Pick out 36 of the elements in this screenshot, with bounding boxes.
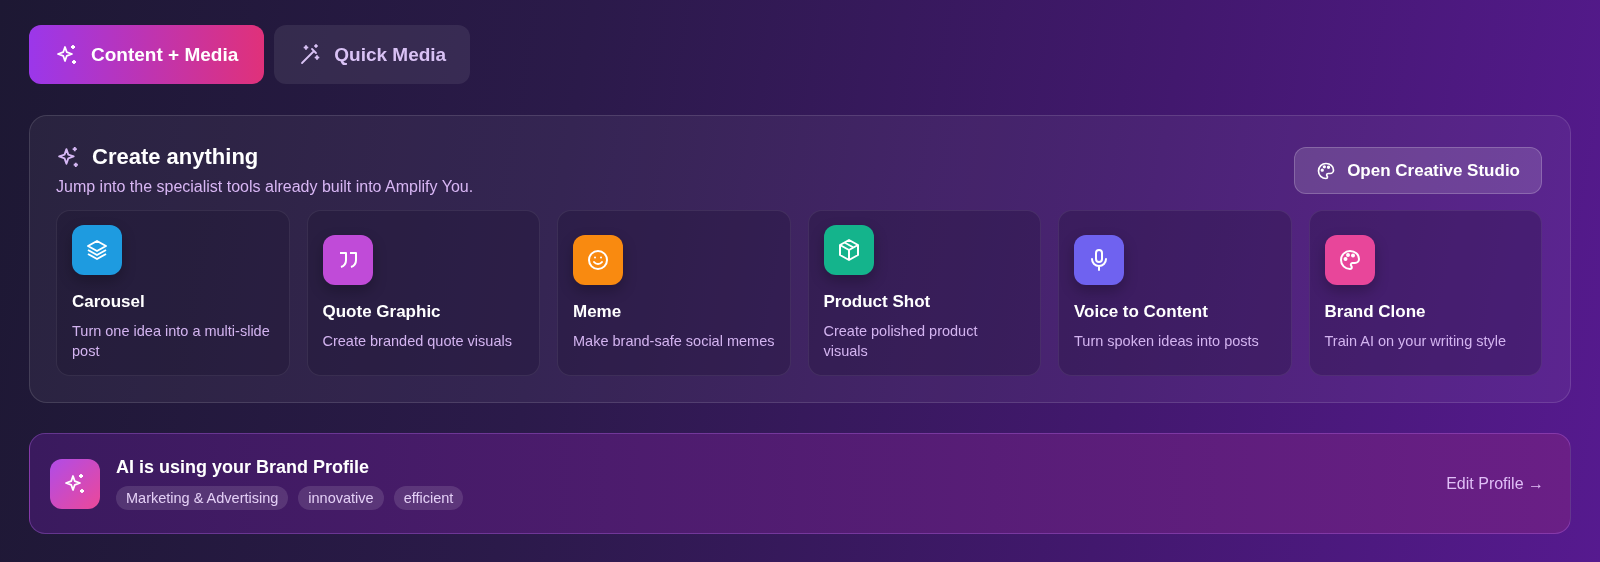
brand-title: AI is using your Brand Profile [116,457,371,478]
tag: innovative [298,486,384,510]
tool-title: Carousel [72,292,146,312]
layers-icon [85,238,109,262]
tool-title: Product Shot [823,292,932,312]
tool-card[interactable]: Voice to Content Turn spoken ideas into posts [1058,210,1292,376]
sparkles-icon [55,42,79,67]
tool-card[interactable]: Product Shot Create polished product visuals [807,210,1041,376]
tab[interactable]: Content + Media [29,25,265,84]
panel-subtitle: Jump into the specialist tools already built into Amplify You. [56,178,474,196]
tool-card[interactable]: Carousel Turn one idea into a multi-slide post [56,210,290,376]
tag: efficient [393,486,464,510]
tag: Marketing & Advertising [116,486,289,510]
panel-title: Create anything [92,144,259,170]
tool-title: Brand Clone [1324,302,1427,322]
open-studio-button[interactable]: Open Creative Studio [1294,147,1542,194]
tool-card[interactable]: Quote Graphic Create branded quote visuals [306,210,540,376]
tool-title: Meme [573,302,623,322]
tab[interactable]: Quick Media [274,25,471,84]
smiley-icon [586,248,610,272]
tool-card[interactable]: Meme Make brand-safe social memes [557,210,791,376]
tool-description: Create polished product visuals [823,322,979,361]
box-icon [836,238,861,262]
tool-description: Train AI on your writing style [1324,332,1508,351]
tool-description: Create branded quote visuals [322,332,513,351]
tool-title: Voice to Content [1074,302,1209,322]
edit-profile-link[interactable]: Edit Profile → [1446,474,1544,493]
tool-description: Make brand-safe social memes [573,332,775,351]
sparkles-icon [63,471,87,496]
tool-description: Turn one idea into a multi-slide post [72,322,271,361]
tool-description: Turn spoken ideas into posts [1074,332,1260,351]
palette-icon [1337,248,1362,272]
tool-card[interactable]: Brand Clone Train AI on your writing style [1308,210,1542,376]
tool-title: Quote Graphic [322,302,442,322]
sparkles-icon [56,144,81,170]
palette-icon [1316,160,1337,181]
